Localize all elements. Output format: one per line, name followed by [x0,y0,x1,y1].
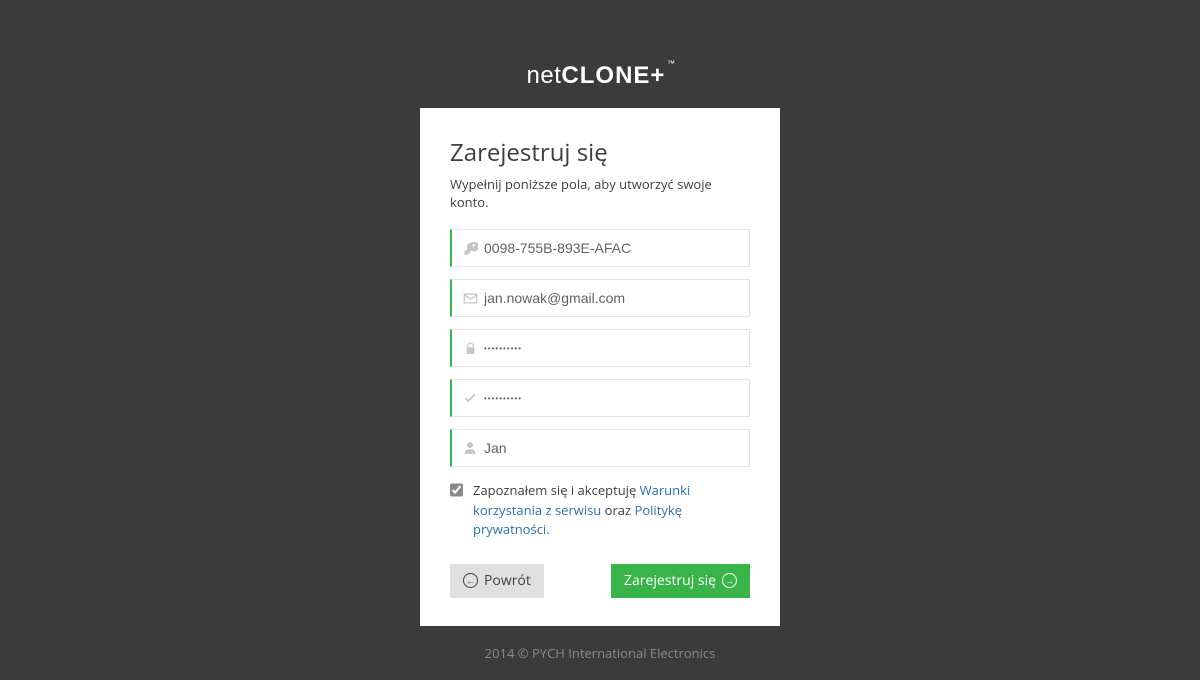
terms-prefix: Zapoznałem się i akceptuję [473,481,640,499]
submit-button[interactable]: Zarejestruj się → [611,564,750,598]
name-input[interactable] [484,430,739,466]
back-button-label: Powrót [484,571,531,590]
terms-suffix: . [546,520,549,538]
confirm-field-wrapper [450,379,750,417]
password-input[interactable] [484,330,739,366]
terms-checkbox[interactable] [450,483,463,497]
actions-row: ← Powrót Zarejestruj się → [450,564,750,598]
terms-row: Zapoznałem się i akceptuję Warunki korzy… [450,481,750,540]
terms-text: Zapoznałem się i akceptuję Warunki korzy… [473,481,750,540]
terms-mid: oraz [601,501,634,519]
confirm-password-input[interactable] [484,380,739,416]
logo-part-net: net [527,62,562,89]
arrow-right-circle-icon: → [722,573,737,588]
serial-input[interactable] [484,230,739,266]
logo-part-clone: CLONE [561,62,650,89]
lock-icon [456,342,484,355]
password-field-wrapper [450,329,750,367]
envelope-icon [456,291,484,306]
footer-text: 2014 © PYCH International Electronics [485,644,716,662]
submit-button-label: Zarejestruj się [624,571,716,590]
user-icon [456,441,484,455]
email-field-wrapper [450,279,750,317]
email-input[interactable] [484,280,739,316]
name-field-wrapper [450,429,750,467]
brand-logo: netCLONE+™ [527,62,674,90]
back-button[interactable]: ← Powrót [450,564,544,598]
logo-plus: + [650,62,665,89]
card-subtitle: Wypełnij poniższe pola, aby utworzyć swo… [450,175,750,211]
register-card: Zarejestruj się Wypełnij poniższe pola, … [420,108,780,626]
card-title: Zarejestruj się [450,136,750,169]
logo-tm: ™ [667,59,676,68]
serial-field-wrapper [450,229,750,267]
key-icon [456,241,484,256]
check-icon [456,391,484,405]
arrow-left-circle-icon: ← [463,573,478,588]
